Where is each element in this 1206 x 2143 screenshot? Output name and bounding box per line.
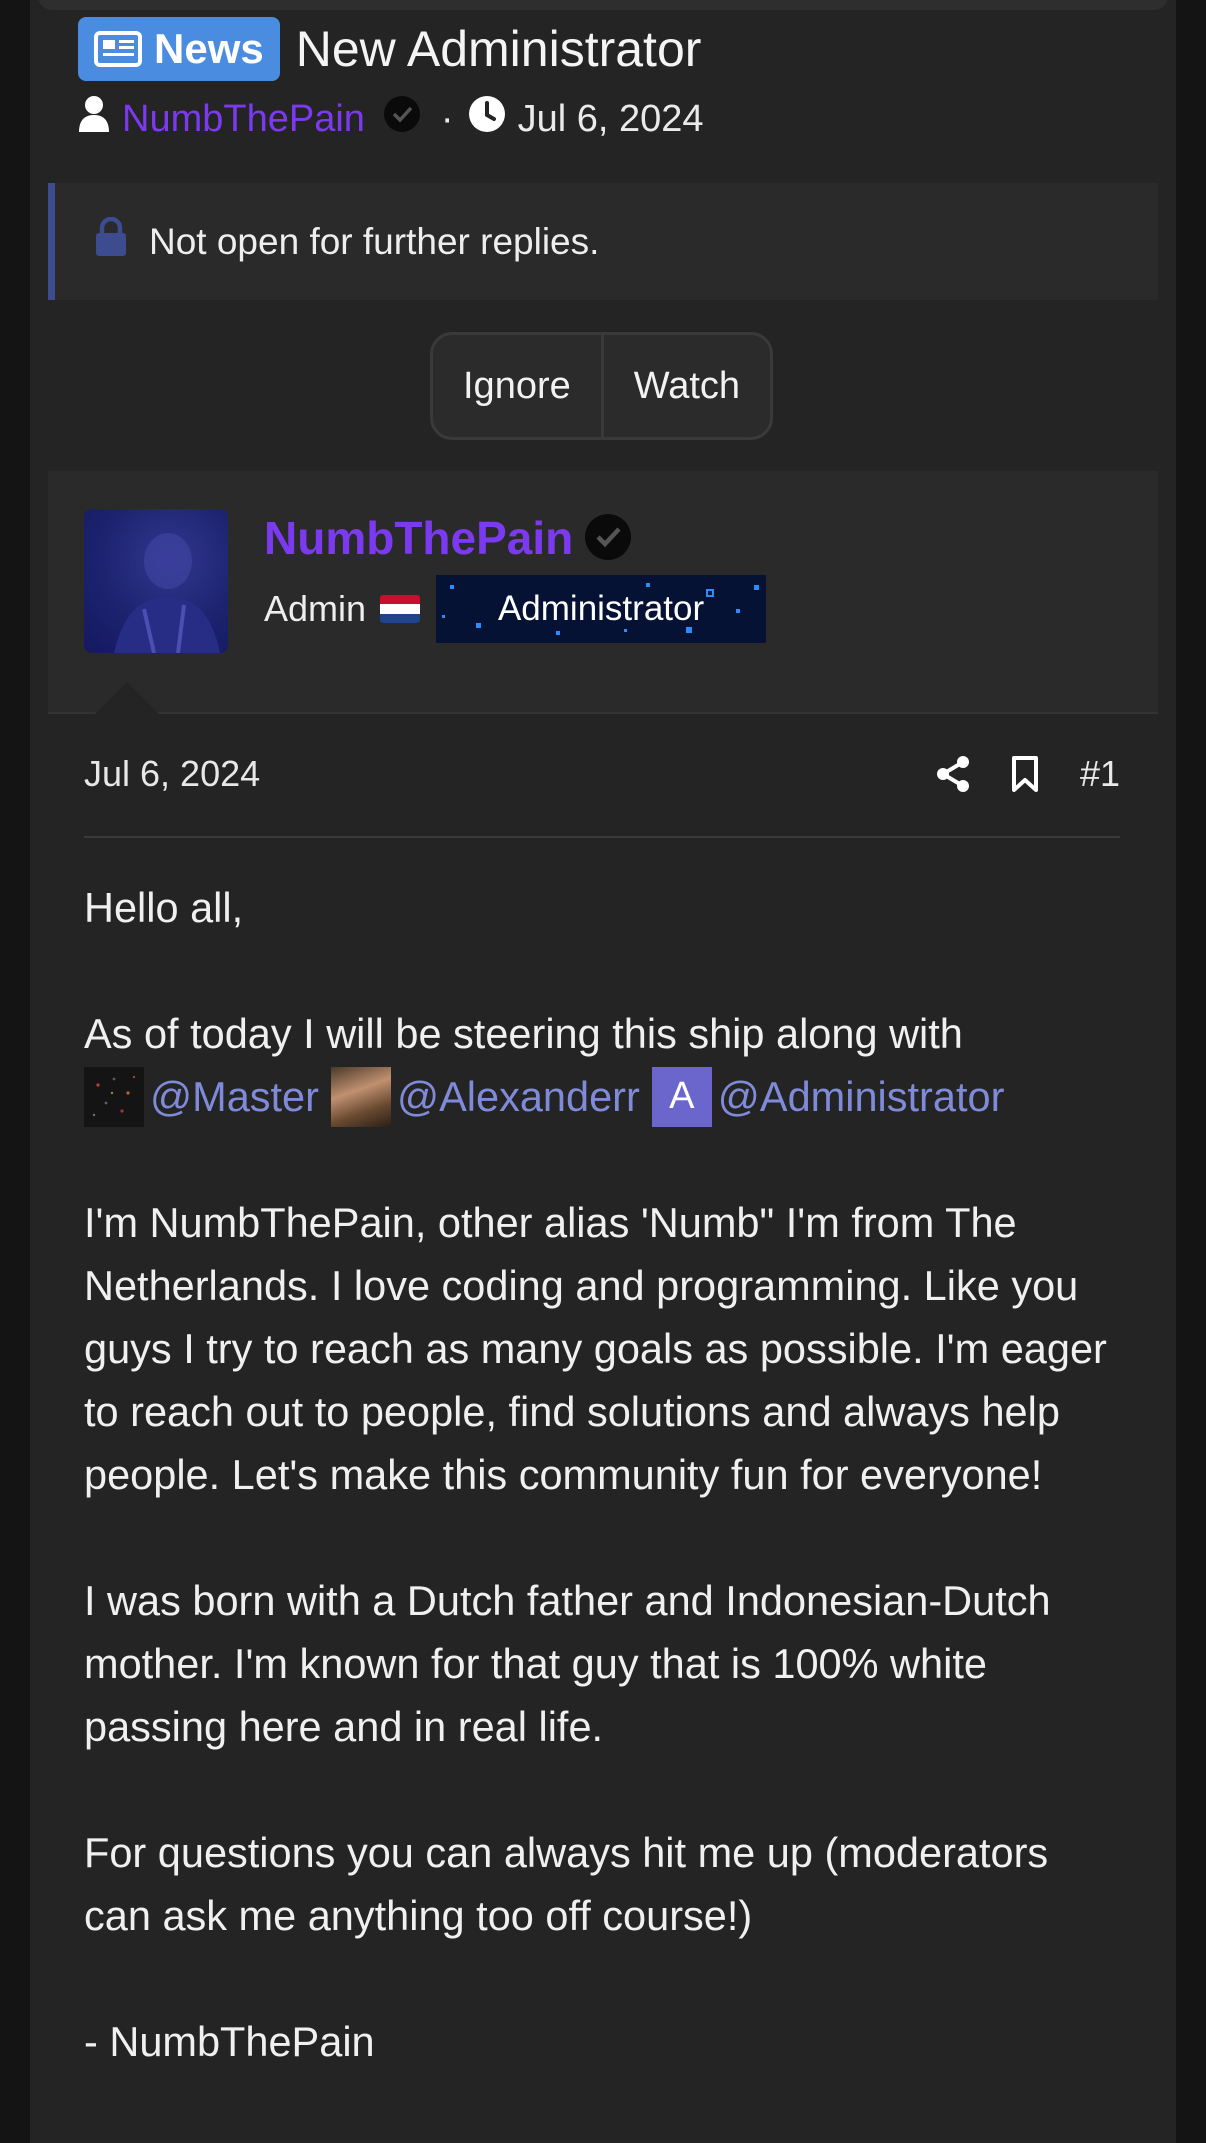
author-block-caret bbox=[93, 682, 161, 716]
post-date[interactable]: Jul 6, 2024 bbox=[84, 753, 896, 795]
thread-action-buttons: Ignore Watch bbox=[430, 332, 774, 440]
administrator-user-banner: Administrator bbox=[436, 575, 767, 643]
post-signoff: - NumbThePain bbox=[84, 2018, 375, 2065]
avatar[interactable] bbox=[84, 1066, 144, 1127]
post-divider bbox=[84, 836, 1120, 838]
share-icon[interactable] bbox=[936, 756, 970, 792]
thread-title: New Administrator bbox=[295, 21, 702, 77]
post-author-block: NumbThePain Admin Administrator bbox=[48, 471, 1158, 714]
thread-date[interactable]: Jul 6, 2024 bbox=[518, 98, 704, 141]
post-number-link[interactable]: #1 bbox=[1080, 753, 1120, 795]
avatar[interactable] bbox=[84, 509, 228, 653]
thread-author-link[interactable]: NumbThePain bbox=[122, 98, 365, 141]
avatar[interactable]: A bbox=[651, 1066, 712, 1127]
bookmark-icon[interactable] bbox=[1010, 756, 1040, 792]
user-title: Admin bbox=[264, 588, 367, 629]
verified-check-icon bbox=[584, 513, 632, 566]
post-paragraph: For questions you can always hit me up (… bbox=[84, 1829, 1049, 1939]
news-prefix-badge[interactable]: News bbox=[78, 17, 280, 81]
thread-header: News New Administrator NumbThePain · Jul… bbox=[78, 17, 1158, 143]
post-author-name[interactable]: NumbThePain bbox=[264, 511, 573, 565]
locked-notice: Not open for further replies. bbox=[48, 183, 1158, 300]
post-paragraph: I'm NumbThePain, other alias 'Numb" I'm … bbox=[84, 1199, 1107, 1498]
post-body: Hello all, As of today I will be steerin… bbox=[84, 876, 1124, 2136]
newspaper-icon bbox=[94, 31, 142, 67]
avatar[interactable] bbox=[330, 1066, 391, 1127]
banner-label: Administrator bbox=[497, 589, 705, 628]
ignore-button[interactable]: Ignore bbox=[433, 335, 601, 437]
meta-separator: · bbox=[440, 97, 454, 140]
post-meta-row: Jul 6, 2024 #1 bbox=[84, 746, 1120, 802]
mention-master[interactable]: @Master bbox=[150, 1065, 319, 1128]
verified-check-icon bbox=[383, 95, 421, 143]
mention-row: @Master @Alexanderr A @Administrator bbox=[84, 1065, 1124, 1128]
clock-icon bbox=[468, 95, 506, 143]
post-greeting: Hello all, bbox=[84, 884, 244, 931]
watch-button[interactable]: Watch bbox=[600, 335, 770, 437]
netherlands-flag-icon bbox=[380, 595, 421, 623]
notice-text: Not open for further replies. bbox=[149, 220, 600, 262]
top-panel-edge bbox=[38, 0, 1168, 10]
prefix-label: News bbox=[154, 25, 264, 72]
lock-icon bbox=[93, 216, 129, 266]
post-paragraph: I was born with a Dutch father and Indon… bbox=[84, 1577, 1051, 1750]
mention-administrator[interactable]: @Administrator bbox=[718, 1065, 1005, 1128]
user-icon bbox=[78, 95, 110, 143]
mention-alexanderr[interactable]: @Alexanderr bbox=[397, 1065, 640, 1128]
post-intro: As of today I will be steering this ship… bbox=[84, 1010, 963, 1057]
